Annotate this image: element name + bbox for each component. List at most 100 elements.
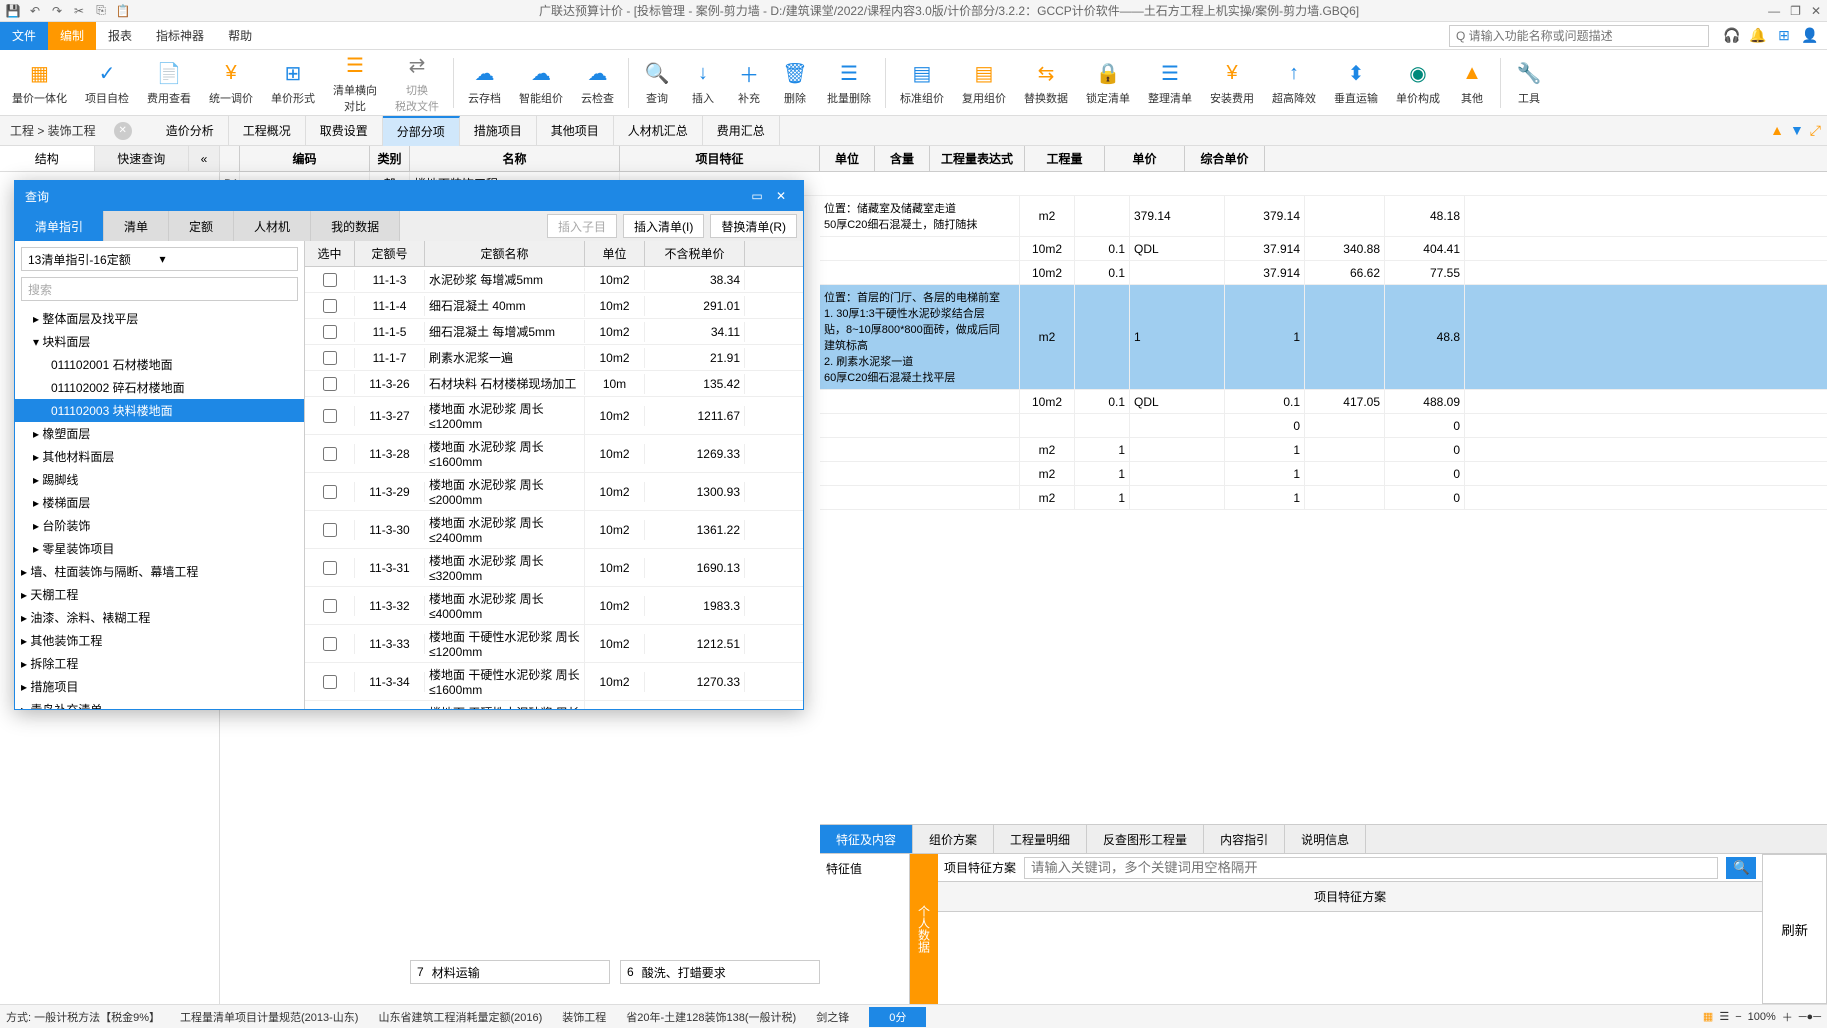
ribbon-supplement[interactable]: ＋补充: [727, 58, 771, 108]
tree-item[interactable]: ▸ 油漆、涂料、裱糊工程: [15, 606, 304, 629]
left-tab-structure[interactable]: 结构: [0, 146, 95, 171]
left-tab-quick[interactable]: 快速查询: [95, 146, 190, 171]
ribbon-batch-delete[interactable]: ☰批量删除: [819, 58, 879, 108]
ribbon-vertical-trans[interactable]: ⬍垂直运输: [1326, 58, 1386, 108]
quota-row[interactable]: 11-3-33楼地面 干硬性水泥砂浆 周长≤1200mm10m21212.51: [305, 625, 803, 663]
tree-search-input[interactable]: 搜索: [21, 277, 298, 301]
tree-item[interactable]: ▸ 橡塑面层: [15, 422, 304, 445]
bp-personal-data[interactable]: 个人数据: [910, 854, 938, 1004]
quota-row[interactable]: 11-3-29楼地面 水泥砂浆 周长≤2000mm10m21300.93: [305, 473, 803, 511]
row-checkbox[interactable]: [323, 351, 337, 365]
tree-item[interactable]: ▸ 踢脚线: [15, 468, 304, 491]
tree-item[interactable]: ▾ 块料面层: [15, 330, 304, 353]
main-grid-row[interactable]: 位置：首层的门厅、各层的电梯前室 1. 30厚1:3干硬性水泥砂浆结合层 贴，8…: [820, 285, 1827, 390]
tree-item[interactable]: ▸ 拆除工程: [15, 652, 304, 675]
maximize-icon[interactable]: ❐: [1790, 4, 1801, 18]
tab-fee-settings[interactable]: 取费设置: [306, 116, 383, 146]
menu-report[interactable]: 报表: [96, 22, 144, 50]
ribbon-unify-price[interactable]: ¥统一调价: [201, 58, 261, 108]
main-grid-row[interactable]: m2110: [820, 438, 1827, 462]
ribbon-install-fee[interactable]: ¥安装费用: [1202, 58, 1262, 108]
tab-project-overview[interactable]: 工程概况: [229, 116, 306, 146]
menu-compile[interactable]: 编制: [48, 22, 96, 50]
zoom-in-icon[interactable]: ＋: [1782, 1009, 1793, 1025]
ribbon-tools[interactable]: 🔧工具: [1507, 58, 1551, 108]
view-grid-icon[interactable]: ▦: [1703, 1010, 1713, 1023]
col-qty[interactable]: 工程量: [1025, 146, 1105, 171]
redo-icon[interactable]: ↷: [50, 4, 64, 18]
dtab-quota[interactable]: 定额: [169, 211, 234, 241]
ribbon-lock-list[interactable]: 🔒锁定清单: [1078, 58, 1138, 108]
global-search-input[interactable]: [1449, 25, 1709, 47]
ribbon-reuse-price[interactable]: ▤复用组价: [954, 58, 1014, 108]
tab-others[interactable]: 其他项目: [537, 116, 614, 146]
dtab-my-data[interactable]: 我的数据: [311, 211, 400, 241]
zoom-slider-icon[interactable]: ─●─: [1799, 1011, 1821, 1023]
ribbon-tidy-list[interactable]: ☰整理清单: [1140, 58, 1200, 108]
ribbon-std-price[interactable]: ▤标准组价: [892, 58, 952, 108]
main-grid-row[interactable]: m2110: [820, 462, 1827, 486]
ribbon-self-check[interactable]: ✓项目自检: [77, 58, 137, 108]
menu-help[interactable]: 帮助: [216, 22, 264, 50]
breadcrumb-close-icon[interactable]: ✕: [114, 122, 132, 140]
row-checkbox[interactable]: [323, 273, 337, 287]
ribbon-insert[interactable]: ↓插入: [681, 58, 725, 108]
left-collapse-icon[interactable]: «: [189, 146, 219, 171]
close-icon[interactable]: ✕: [1811, 4, 1821, 18]
main-grid-row[interactable]: 10m20.1QDL37.914340.88404.41: [820, 237, 1827, 261]
dialog-close-icon[interactable]: ✕: [769, 186, 793, 206]
quota-row[interactable]: 11-3-31楼地面 水泥砂浆 周长≤3200mm10m21690.13: [305, 549, 803, 587]
bell-icon[interactable]: 🔔: [1749, 27, 1767, 45]
tab-measures[interactable]: 措施项目: [460, 116, 537, 146]
row-checkbox[interactable]: [323, 675, 337, 689]
dialog-title-bar[interactable]: 查询 ▭ ✕: [15, 181, 803, 211]
tree-item[interactable]: ▸ 墙、柱面装饰与隔断、幕墙工程: [15, 560, 304, 583]
tree-item[interactable]: ▸ 零星装饰项目: [15, 537, 304, 560]
nav-expand-icon[interactable]: ⤢: [1810, 122, 1821, 139]
tree-item[interactable]: ▸ 其他装饰工程: [15, 629, 304, 652]
tree-item[interactable]: ▸ 台阶装饰: [15, 514, 304, 537]
scheme-search-input[interactable]: [1024, 857, 1718, 879]
ribbon-switch-tax[interactable]: ⇄切换 税改文件: [387, 50, 447, 116]
btn-replace-list[interactable]: 替换清单(R): [710, 214, 797, 238]
dtab-manpower[interactable]: 人材机: [234, 211, 311, 241]
row-checkbox[interactable]: [323, 447, 337, 461]
main-grid-row[interactable]: 位置：储藏室及储藏室走道 50厚C20细石混凝土，随打随抹m2379.14379…: [820, 196, 1827, 237]
btn-insert-sub[interactable]: 插入子目: [547, 214, 617, 238]
ribbon-delete[interactable]: 🗑删除: [773, 58, 817, 108]
strip-acid-wax[interactable]: 6 酸洗、打蜡要求: [620, 960, 820, 984]
undo-icon[interactable]: ↶: [28, 4, 42, 18]
tree-item[interactable]: ▸ 措施项目: [15, 675, 304, 698]
btab-features[interactable]: 特征及内容: [820, 825, 913, 853]
col-total[interactable]: 综合单价: [1185, 146, 1265, 171]
tree-item[interactable]: ▸ 天棚工程: [15, 583, 304, 606]
ribbon-smart-price[interactable]: ☁智能组价: [511, 58, 571, 108]
ribbon-qty-price[interactable]: ▦量价一体化: [4, 58, 75, 108]
col-price[interactable]: 单价: [1105, 146, 1185, 171]
col-content[interactable]: 含量: [875, 146, 930, 171]
quota-row[interactable]: 11-3-32楼地面 水泥砂浆 周长≤4000mm10m21983.3: [305, 587, 803, 625]
col-feat[interactable]: 项目特征: [620, 146, 820, 171]
btab-reverse[interactable]: 反查图形工程量: [1087, 825, 1204, 853]
quota-row[interactable]: 11-1-3水泥砂浆 每增减5mm10m238.34: [305, 267, 803, 293]
refresh-button[interactable]: 刷新: [1762, 854, 1827, 1004]
tree-item[interactable]: 011102001 石材楼地面: [15, 353, 304, 376]
row-checkbox[interactable]: [323, 325, 337, 339]
ribbon-cloud-save[interactable]: ☁云存档: [460, 58, 509, 108]
minimize-icon[interactable]: —: [1768, 4, 1780, 18]
tree-item[interactable]: ▸ 其他材料面层: [15, 445, 304, 468]
ribbon-replace-data[interactable]: ⇆替换数据: [1016, 58, 1076, 108]
nav-up-icon[interactable]: ▲: [1770, 122, 1784, 139]
scheme-search-button[interactable]: 🔍: [1726, 857, 1756, 879]
ribbon-list-compare[interactable]: ☰清单横向 对比: [325, 50, 385, 116]
tree-item[interactable]: ▸ 青岛补充清单: [15, 698, 304, 709]
tree-item[interactable]: 011102002 碎石材楼地面: [15, 376, 304, 399]
tree-item[interactable]: 011102003 块料楼地面: [15, 399, 304, 422]
row-checkbox[interactable]: [323, 485, 337, 499]
save-icon[interactable]: 💾: [6, 4, 20, 18]
user-icon[interactable]: 👤: [1801, 27, 1819, 45]
row-checkbox[interactable]: [323, 377, 337, 391]
row-checkbox[interactable]: [323, 599, 337, 613]
row-checkbox[interactable]: [323, 409, 337, 423]
btab-scheme[interactable]: 组价方案: [913, 825, 994, 853]
